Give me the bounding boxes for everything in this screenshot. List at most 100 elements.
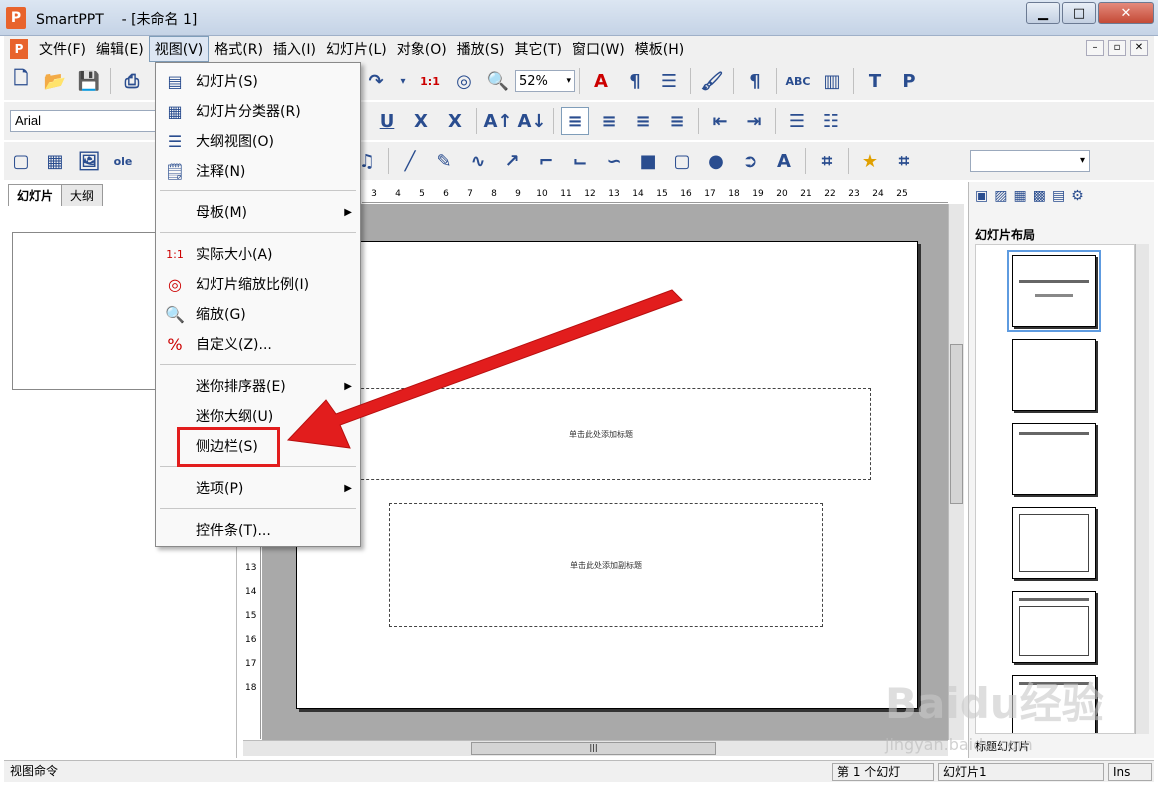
underline-icon[interactable]: U xyxy=(373,107,401,135)
table-icon[interactable]: ▦ xyxy=(41,147,69,175)
menu-object[interactable]: 对象(O) xyxy=(392,37,452,61)
text-frame-icon[interactable]: T xyxy=(861,67,889,95)
menu-item-control-bars[interactable]: 控件条(T)... xyxy=(156,516,360,544)
zoom-ratio-icon[interactable]: ◎ xyxy=(450,67,478,95)
redo-dropdown-icon[interactable]: ▾ xyxy=(396,67,410,95)
layout-title-slide[interactable] xyxy=(1007,250,1101,332)
close-button[interactable]: ✕ xyxy=(1098,2,1154,24)
curved-connector-icon[interactable]: ∽ xyxy=(600,147,628,175)
layout-content[interactable] xyxy=(1012,507,1096,579)
increase-indent-icon[interactable]: ⇥ xyxy=(740,107,768,135)
menu-item-master[interactable]: 母板(M) ▶ xyxy=(156,198,360,226)
slide-thumbnail[interactable] xyxy=(12,232,164,390)
strikethrough-icon[interactable]: X xyxy=(407,107,435,135)
tab-slides[interactable]: 幻灯片 xyxy=(8,184,63,206)
bullet-list-icon[interactable]: ☰ xyxy=(783,107,811,135)
callout-icon[interactable]: ➲ xyxy=(736,147,764,175)
new-file-icon[interactable]: 🗋 xyxy=(7,67,35,95)
menu-file[interactable]: 文件(F) xyxy=(34,37,91,61)
vertical-scrollbar[interactable] xyxy=(948,204,964,740)
menu-insert[interactable]: 插入(I) xyxy=(268,37,321,61)
style-select[interactable]: ▾ xyxy=(970,150,1090,172)
pilcrow-icon[interactable]: ¶ xyxy=(741,67,769,95)
menu-view[interactable]: 视图(V) xyxy=(148,36,210,62)
magnifier-icon[interactable]: 🔍 xyxy=(484,67,512,95)
menu-other[interactable]: 其它(T) xyxy=(510,37,567,61)
double-strike-icon[interactable]: X xyxy=(441,107,469,135)
menu-item-actual-size[interactable]: 1:1 实际大小(A) xyxy=(156,240,360,268)
menu-item-outline-view[interactable]: ☰ 大纲视图(O) xyxy=(156,127,360,155)
grow-font-icon[interactable]: A↑ xyxy=(484,107,513,135)
color-scheme-icon[interactable]: ▦ xyxy=(1013,188,1026,204)
menu-item-mini-outline[interactable]: 迷你大纲(U) xyxy=(156,402,360,430)
menu-item-options[interactable]: 选项(P) ▶ xyxy=(156,474,360,502)
print-icon[interactable]: ⎙ xyxy=(118,67,146,95)
format-painter-icon[interactable]: 🖌 xyxy=(698,67,726,95)
pencil-icon[interactable]: ✎ xyxy=(430,147,458,175)
numbered-list-icon[interactable]: ☷ xyxy=(817,107,845,135)
justify-icon[interactable]: ≡ xyxy=(663,107,691,135)
title-placeholder[interactable]: 单击此处添加标题 xyxy=(331,388,871,480)
zoom-select[interactable]: 52% ▾ xyxy=(515,70,575,92)
layout-title-content[interactable] xyxy=(1012,591,1096,663)
doc-close-button[interactable]: ✕ xyxy=(1130,40,1148,56)
menu-window[interactable]: 窗口(W) xyxy=(567,37,630,61)
transition-tool-icon[interactable]: ▤ xyxy=(1052,188,1065,204)
connector-icon[interactable]: ⌐ xyxy=(532,147,560,175)
align-center-icon[interactable]: ≡ xyxy=(595,107,623,135)
open-folder-icon[interactable]: 📂 xyxy=(41,67,69,95)
menu-item-notes[interactable]: 🗒 注释(N) xyxy=(156,157,360,185)
horizontal-scrollbar[interactable]: ||| xyxy=(243,740,948,756)
maximize-button[interactable]: □ xyxy=(1062,2,1096,24)
picture-icon[interactable]: 🖼 xyxy=(75,147,103,175)
actual-size-icon[interactable]: 1:1 xyxy=(416,67,444,95)
align-right-icon[interactable]: ≡ xyxy=(629,107,657,135)
wordart-icon[interactable]: A xyxy=(770,147,798,175)
chart-icon[interactable]: ▥ xyxy=(818,67,846,95)
decrease-indent-icon[interactable]: ⇤ xyxy=(706,107,734,135)
menu-slide[interactable]: 幻灯片(L) xyxy=(321,37,392,61)
star-icon[interactable]: ★ xyxy=(856,147,884,175)
align-left-icon[interactable]: ≡ xyxy=(561,107,589,135)
crop-icon[interactable]: ⌗ xyxy=(890,147,918,175)
subtitle-placeholder[interactable]: 单击此处添加副标题 xyxy=(389,503,823,627)
document-icon[interactable]: P xyxy=(10,39,28,59)
menu-template[interactable]: 模板(H) xyxy=(630,37,689,61)
menu-format[interactable]: 格式(R) xyxy=(209,37,268,61)
minimize-button[interactable]: ▁ xyxy=(1026,2,1060,24)
tab-outline[interactable]: 大纲 xyxy=(61,184,104,206)
rounded-rectangle-icon[interactable]: ▢ xyxy=(668,147,696,175)
layout-title-only[interactable] xyxy=(1012,423,1096,495)
paragraph-format-icon[interactable]: ¶ xyxy=(621,67,649,95)
vertical-scroll-thumb[interactable] xyxy=(950,344,963,504)
font-color-icon[interactable]: A xyxy=(587,67,615,95)
menu-edit[interactable]: 编辑(E) xyxy=(91,37,149,61)
redo-icon[interactable]: ↷ xyxy=(362,67,390,95)
slide-canvas[interactable]: 单击此处添加标题 单击此处添加副标题 xyxy=(296,241,918,709)
ole-object-icon[interactable]: ole xyxy=(109,147,137,175)
list-format-icon[interactable]: ☰ xyxy=(655,67,683,95)
menu-item-zoom[interactable]: 🔍 缩放(G) xyxy=(156,300,360,328)
doc-restore-button[interactable]: ▫ xyxy=(1108,40,1126,56)
menu-item-slide-sorter[interactable]: ▦ 幻灯片分类器(R) xyxy=(156,97,360,125)
shrink-font-icon[interactable]: A↓ xyxy=(518,107,547,135)
panel-settings-icon[interactable]: ⚙ xyxy=(1071,188,1084,204)
group-icon[interactable]: ⌗ xyxy=(813,147,841,175)
animation-tool-icon[interactable]: ▩ xyxy=(1033,188,1046,204)
menu-play[interactable]: 播放(S) xyxy=(452,37,510,61)
layout-tool-icon[interactable]: ▣ xyxy=(975,188,988,204)
elbow-connector-icon[interactable]: ⌙ xyxy=(566,147,594,175)
menu-item-custom[interactable]: % 自定义(Z)... xyxy=(156,330,360,358)
rectangle-icon[interactable]: ■ xyxy=(634,147,662,175)
menu-item-slide-zoom-ratio[interactable]: ◎ 幻灯片缩放比例(I) xyxy=(156,270,360,298)
line-icon[interactable]: ╱ xyxy=(396,147,424,175)
text-frame-p-icon[interactable]: P xyxy=(895,67,923,95)
horizontal-scroll-thumb[interactable]: ||| xyxy=(471,742,716,755)
ellipse-icon[interactable]: ● xyxy=(702,147,730,175)
layout-scrollbar[interactable] xyxy=(1135,244,1149,734)
save-icon[interactable]: 💾 xyxy=(75,67,103,95)
design-tool-icon[interactable]: ▨ xyxy=(994,188,1007,204)
doc-minimize-button[interactable]: – xyxy=(1086,40,1104,56)
arrow-icon[interactable]: ↗ xyxy=(498,147,526,175)
spellcheck-icon[interactable]: ABC xyxy=(784,67,812,95)
